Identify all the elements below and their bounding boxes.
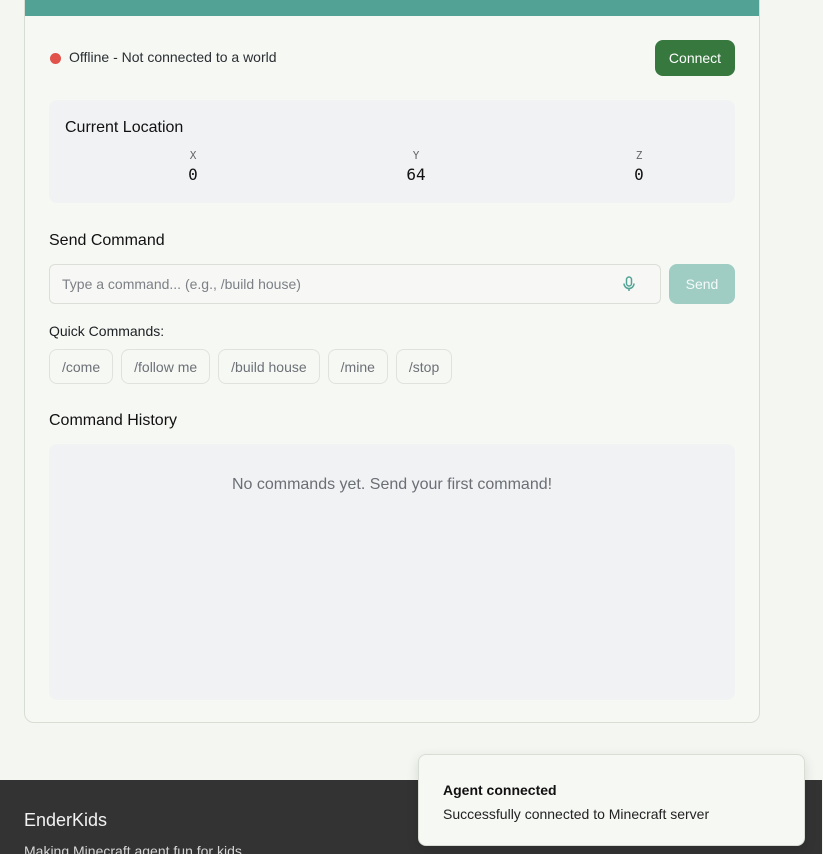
command-input[interactable]: [50, 265, 610, 303]
send-button[interactable]: Send: [669, 264, 735, 304]
toast-notification[interactable]: Agent connected Successfully connected t…: [418, 754, 805, 846]
coord-z-value: 0: [634, 165, 644, 184]
toast-description: Successfully connected to Minecraft serv…: [443, 806, 710, 822]
coord-y-value: 64: [406, 165, 426, 184]
agent-panel: Offline - Not connected to a world Conne…: [24, 0, 760, 723]
quick-command-follow-me[interactable]: /follow me: [121, 349, 211, 384]
quick-commands-label: Quick Commands:: [49, 323, 165, 339]
quick-command-build-house[interactable]: /build house: [218, 349, 320, 384]
toast-title: Agent connected: [443, 782, 557, 798]
coord-x-value: 0: [188, 165, 198, 184]
current-location-panel: Current Location X 0 Y 64 Z 0: [49, 100, 735, 203]
location-title: Current Location: [65, 119, 184, 136]
quick-commands-list: /come /follow me /build house /mine /sto…: [49, 349, 453, 384]
command-history-panel: No commands yet. Send your first command…: [49, 444, 735, 700]
connect-button[interactable]: Connect: [655, 40, 735, 76]
connection-status-row: Offline - Not connected to a world Conne…: [49, 40, 735, 76]
history-empty-message: No commands yet. Send your first command…: [231, 476, 553, 493]
quick-command-mine[interactable]: /mine: [327, 349, 388, 384]
footer-tagline: Making Minecraft agent fun for kids: [24, 843, 242, 854]
coord-y-label: Y: [412, 149, 420, 162]
offline-status-icon: [50, 53, 61, 64]
footer-brand: EnderKids: [24, 810, 108, 830]
coord-y: Y 64: [376, 149, 456, 184]
panel-header-bar: [25, 0, 759, 16]
microphone-icon[interactable]: [622, 276, 636, 292]
send-command-title: Send Command: [49, 232, 165, 249]
coord-z-label: Z: [635, 149, 643, 162]
quick-command-come[interactable]: /come: [49, 349, 114, 384]
command-input-wrapper: [49, 264, 661, 304]
coord-x: X 0: [153, 149, 233, 184]
coord-z: Z 0: [599, 149, 679, 184]
coord-x-label: X: [189, 149, 197, 162]
quick-command-stop[interactable]: /stop: [395, 349, 453, 384]
connection-status-text: Offline - Not connected to a world: [69, 49, 277, 65]
command-history-title: Command History: [49, 412, 178, 429]
